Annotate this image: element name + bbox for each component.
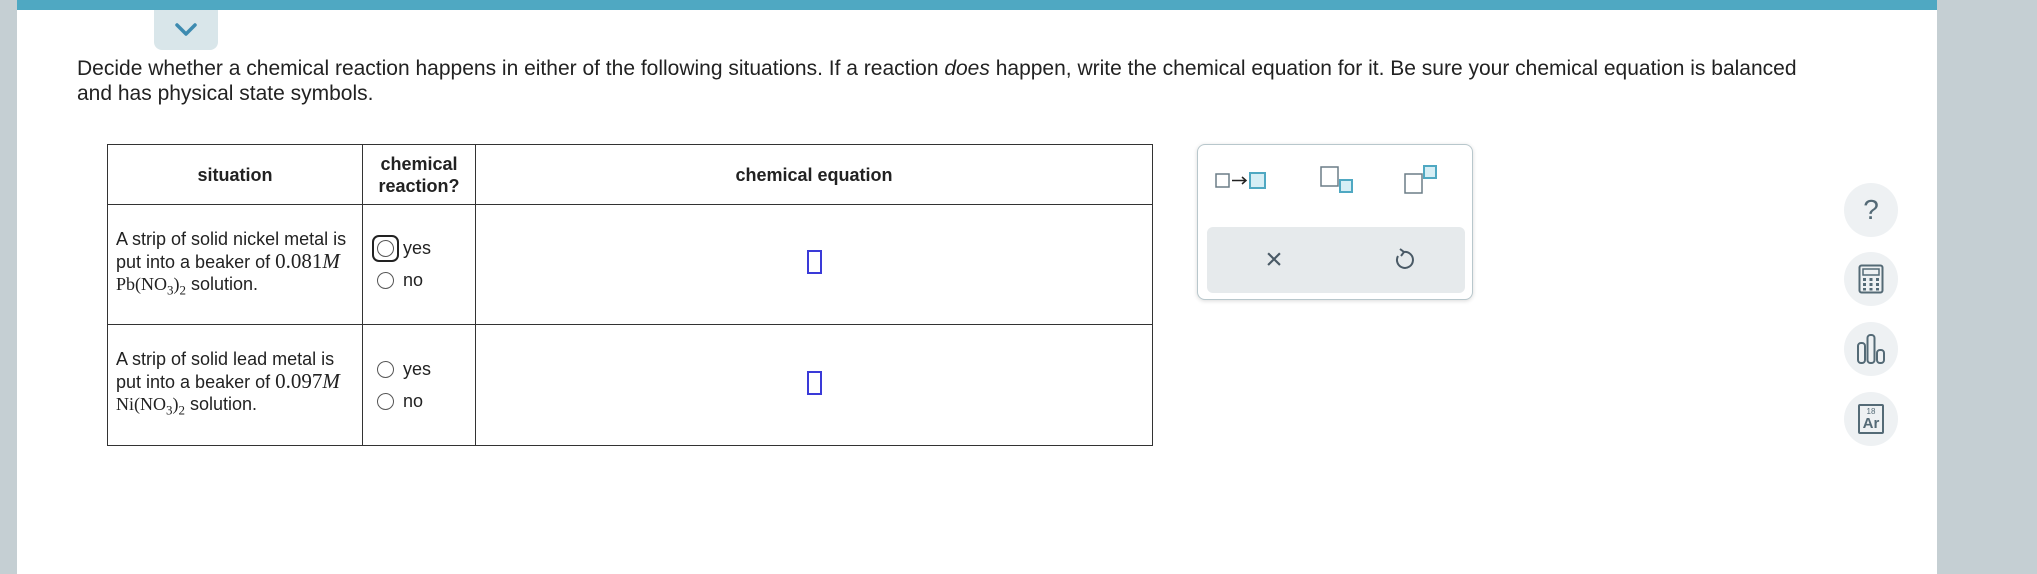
question-panel: Decide whether a chemical reaction happe…: [17, 0, 1937, 574]
undo-icon: [1395, 248, 1414, 269]
equation-palette: ×: [1197, 144, 1473, 300]
table-row: A strip of solid lead metal is put into …: [107, 324, 1153, 446]
equation-cell: [475, 204, 1153, 325]
superscript-icon: [1404, 165, 1437, 194]
header-reaction-line2: reaction?: [378, 175, 460, 196]
right-gutter: [1937, 0, 2037, 574]
reaction-choice-cell: yes no: [362, 324, 476, 446]
undo-button[interactable]: [1379, 237, 1429, 283]
solution-formula: Ni(NO3)2: [116, 394, 185, 418]
equation-cell: [475, 324, 1153, 446]
reaction-choice-cell: yes no: [362, 204, 476, 325]
reaction-table: situation chemical reaction? chemical eq…: [107, 144, 1153, 446]
situation-text-end: solution.: [186, 273, 259, 294]
reaction-arrow-icon: [1215, 172, 1266, 189]
header-reaction-line1: chemical: [380, 153, 458, 174]
instructions-emphasis: does: [944, 57, 990, 80]
radio-option-yes[interactable]: yes: [377, 356, 475, 382]
header-situation: situation: [107, 144, 363, 205]
top-bar: [17, 0, 1937, 10]
question-instructions: Decide whether a chemical reaction happe…: [77, 56, 1837, 106]
clear-button[interactable]: ×: [1249, 237, 1299, 283]
radio-option-no[interactable]: no: [377, 388, 475, 414]
radio-no[interactable]: [377, 392, 394, 410]
palette-actions: ×: [1207, 227, 1465, 293]
radio-option-no[interactable]: no: [377, 268, 475, 294]
radio-yes[interactable]: [377, 240, 394, 257]
header-chemical-equation: chemical equation: [475, 144, 1153, 205]
table-row: A strip of solid nickel metal is put int…: [107, 204, 1153, 325]
molarity-unit: M: [322, 369, 340, 394]
instructions-text-1: Decide whether a chemical reaction happe…: [77, 57, 945, 80]
left-gutter: [0, 0, 17, 574]
situation-cell: A strip of solid lead metal is put into …: [107, 324, 363, 446]
equation-input[interactable]: [806, 370, 822, 395]
radio-no[interactable]: [377, 272, 394, 289]
radio-yes[interactable]: [377, 360, 394, 378]
question-mark-icon: ?: [1863, 194, 1879, 225]
concentration-value: 0.097: [275, 369, 323, 394]
radio-no-label[interactable]: no: [403, 270, 423, 291]
table-header-row: situation chemical reaction? chemical eq…: [107, 144, 1153, 205]
molarity-unit: M: [322, 248, 340, 273]
periodic-element-icon: 18 Ar: [1858, 404, 1884, 434]
radio-no-label[interactable]: no: [403, 391, 423, 412]
header-chemical-reaction: chemical reaction?: [362, 144, 476, 205]
radio-yes-label[interactable]: yes: [403, 238, 431, 259]
close-icon: ×: [1265, 243, 1283, 276]
solution-formula: Pb(NO3)2: [116, 273, 187, 298]
radio-option-yes[interactable]: yes: [372, 235, 475, 262]
calculator-icon: [1858, 264, 1884, 294]
calculator-button[interactable]: [1844, 252, 1898, 306]
radio-focus-ring: [372, 235, 399, 262]
reaction-arrow-button[interactable]: [1212, 163, 1272, 197]
equation-input[interactable]: [806, 250, 822, 274]
collapse-toggle-button[interactable]: [154, 10, 218, 50]
help-button[interactable]: ?: [1844, 183, 1898, 237]
bar-chart-icon: [1857, 334, 1885, 364]
radio-yes-label[interactable]: yes: [403, 359, 431, 380]
situation-cell: A strip of solid nickel metal is put int…: [107, 204, 363, 325]
chevron-down-icon: [175, 23, 197, 36]
periodic-table-button[interactable]: 18 Ar: [1844, 392, 1898, 446]
superscript-button[interactable]: [1390, 163, 1450, 197]
subscript-button[interactable]: [1306, 163, 1366, 197]
data-button[interactable]: [1844, 322, 1898, 376]
element-symbol: Ar: [1862, 415, 1880, 432]
situation-text-end: solution.: [185, 394, 258, 415]
concentration-value: 0.081: [275, 248, 323, 273]
subscript-icon: [1320, 166, 1353, 193]
